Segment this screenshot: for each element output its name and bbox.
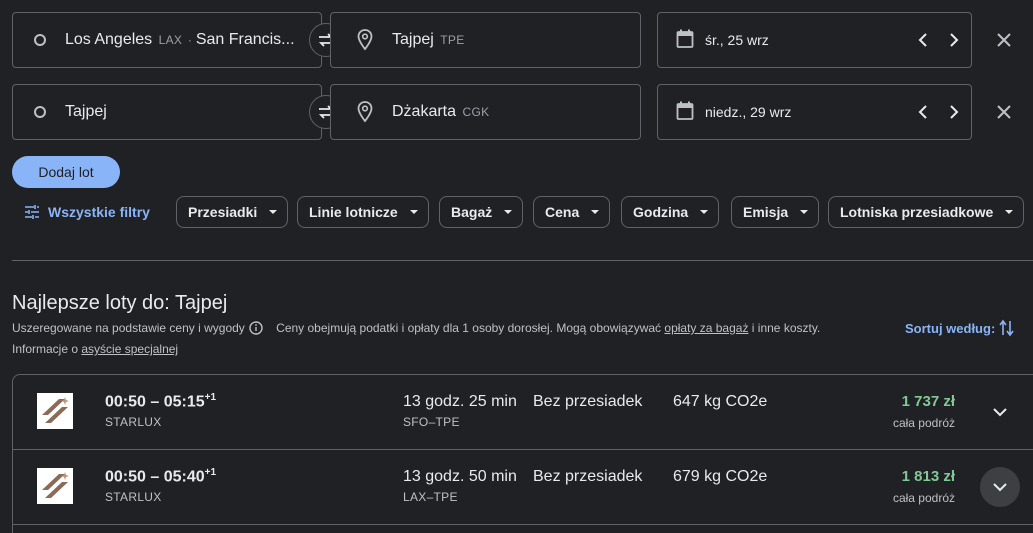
origin-code: LAX xyxy=(158,33,183,47)
price-note: cała podróż xyxy=(892,416,955,430)
chevron-down-icon xyxy=(993,483,1007,492)
flight-stops: Bez przesiadek xyxy=(533,468,643,485)
previous-date-button[interactable] xyxy=(913,30,933,50)
destination-city: Tajpej xyxy=(392,31,434,48)
next-date-button[interactable] xyxy=(944,102,964,122)
flight-route: LAX–TPE xyxy=(403,490,458,504)
flight-duration: 13 godz. 50 min xyxy=(403,468,517,485)
filter-time[interactable]: Godzina xyxy=(621,196,720,228)
filter-stops[interactable]: Przesiadki xyxy=(176,196,289,228)
flight-times: 00:50 – 05:40 xyxy=(105,468,205,486)
previous-date-button[interactable] xyxy=(913,102,933,122)
flight-emissions: 647 kg CO2e xyxy=(673,393,768,410)
flight-route: SFO–TPE xyxy=(403,415,460,429)
chevron-down-icon xyxy=(504,210,513,214)
flight-results-list: 00:50 – 05:15+1 STARLUX 13 godz. 25 min … xyxy=(12,374,1033,533)
filter-airlines[interactable]: Linie lotnicze xyxy=(297,196,429,228)
next-date-button[interactable] xyxy=(944,30,964,50)
destination-field-2[interactable]: Dżakarta CGK xyxy=(330,84,641,140)
all-filters-label: Wszystkie filtry xyxy=(48,204,150,220)
tune-icon xyxy=(24,205,40,219)
origin-field-2[interactable]: Tajpej xyxy=(12,84,322,140)
destination-city: Dżakarta xyxy=(392,103,457,120)
add-flight-button[interactable]: Dodaj lot xyxy=(12,156,120,188)
location-pin-icon xyxy=(357,29,373,51)
airline-logo xyxy=(37,393,73,429)
results-title: Najlepsze loty do: Tajpej xyxy=(12,292,228,314)
divider xyxy=(12,260,1033,261)
info-icon[interactable] xyxy=(249,321,263,338)
destination-code: TPE xyxy=(440,33,465,47)
location-pin-icon xyxy=(357,101,373,123)
filter-connecting-airports[interactable]: Lotniska przesiadkowe xyxy=(828,196,1025,228)
origin-city: Tajpej xyxy=(65,103,107,120)
close-icon xyxy=(997,33,1011,47)
chevron-down-icon xyxy=(700,210,709,214)
destination-field-1[interactable]: Tajpej TPE xyxy=(330,12,641,68)
filter-emissions[interactable]: Emisja xyxy=(731,196,820,228)
day-offset: +1 xyxy=(204,392,217,403)
airline-name: STARLUX xyxy=(105,415,162,429)
calendar-icon xyxy=(676,29,694,49)
departure-date: niedz., 29 wrz xyxy=(705,104,792,120)
flight-row[interactable]: 00:50 – 05:15+1 STARLUX 13 godz. 25 min … xyxy=(13,375,1033,450)
expand-flight-button[interactable] xyxy=(980,392,1020,432)
sort-by-button[interactable]: Sortuj według: xyxy=(905,319,1015,337)
origin-city: Los Angeles xyxy=(65,31,153,48)
date-field-1[interactable]: śr., 25 wrz xyxy=(657,12,972,68)
origin-circle-icon xyxy=(34,34,46,46)
origin-field-1[interactable]: Los Angeles LAX · San Francis... xyxy=(12,12,322,68)
remove-leg-2-button[interactable] xyxy=(992,100,1016,124)
ranking-note: Uszeregowane na podstawie ceny i wygody xyxy=(12,321,245,335)
flight-times: 00:50 – 05:15 xyxy=(105,393,205,411)
day-offset: +1 xyxy=(204,467,217,478)
airline-logo xyxy=(37,468,73,504)
chevron-down-icon xyxy=(591,210,600,214)
baggage-fees-link[interactable]: opłaty za bagaż xyxy=(664,321,748,335)
all-filters-button[interactable]: Wszystkie filtry xyxy=(24,202,150,222)
filter-price[interactable]: Cena xyxy=(533,196,611,228)
airline-name: STARLUX xyxy=(105,490,162,504)
date-field-2[interactable]: niedz., 29 wrz xyxy=(657,84,972,140)
filter-baggage[interactable]: Bagaż xyxy=(439,196,524,228)
special-assistance-link[interactable]: asyście specjalnej xyxy=(81,342,178,356)
expand-flight-button[interactable] xyxy=(980,467,1020,507)
calendar-icon xyxy=(676,101,694,121)
close-icon xyxy=(997,105,1011,119)
chevron-down-icon xyxy=(1005,210,1014,214)
origin-circle-icon xyxy=(34,106,46,118)
price-note: Ceny obejmują podatki i opłaty dla 1 oso… xyxy=(276,321,662,335)
flight-price: 1 813 zł xyxy=(901,468,955,485)
flight-duration: 13 godz. 25 min xyxy=(403,393,517,410)
destination-code: CGK xyxy=(462,105,490,119)
flight-emissions: 679 kg CO2e xyxy=(673,468,768,485)
departure-date: śr., 25 wrz xyxy=(705,32,769,48)
flight-stops: Bez przesiadek xyxy=(533,393,643,410)
flight-row[interactable]: 00:50 – 05:40+1 STARLUX 13 godz. 50 min … xyxy=(13,450,1033,525)
chevron-down-icon xyxy=(993,408,1007,417)
remove-leg-1-button[interactable] xyxy=(992,28,1016,52)
chevron-down-icon xyxy=(409,210,418,214)
flight-price: 1 737 zł xyxy=(901,393,955,410)
price-note: cała podróż xyxy=(892,491,955,505)
origin-city-2: San Francis... xyxy=(195,31,295,48)
sort-icon xyxy=(999,319,1015,337)
chevron-down-icon xyxy=(800,210,809,214)
chevron-down-icon xyxy=(269,210,278,214)
